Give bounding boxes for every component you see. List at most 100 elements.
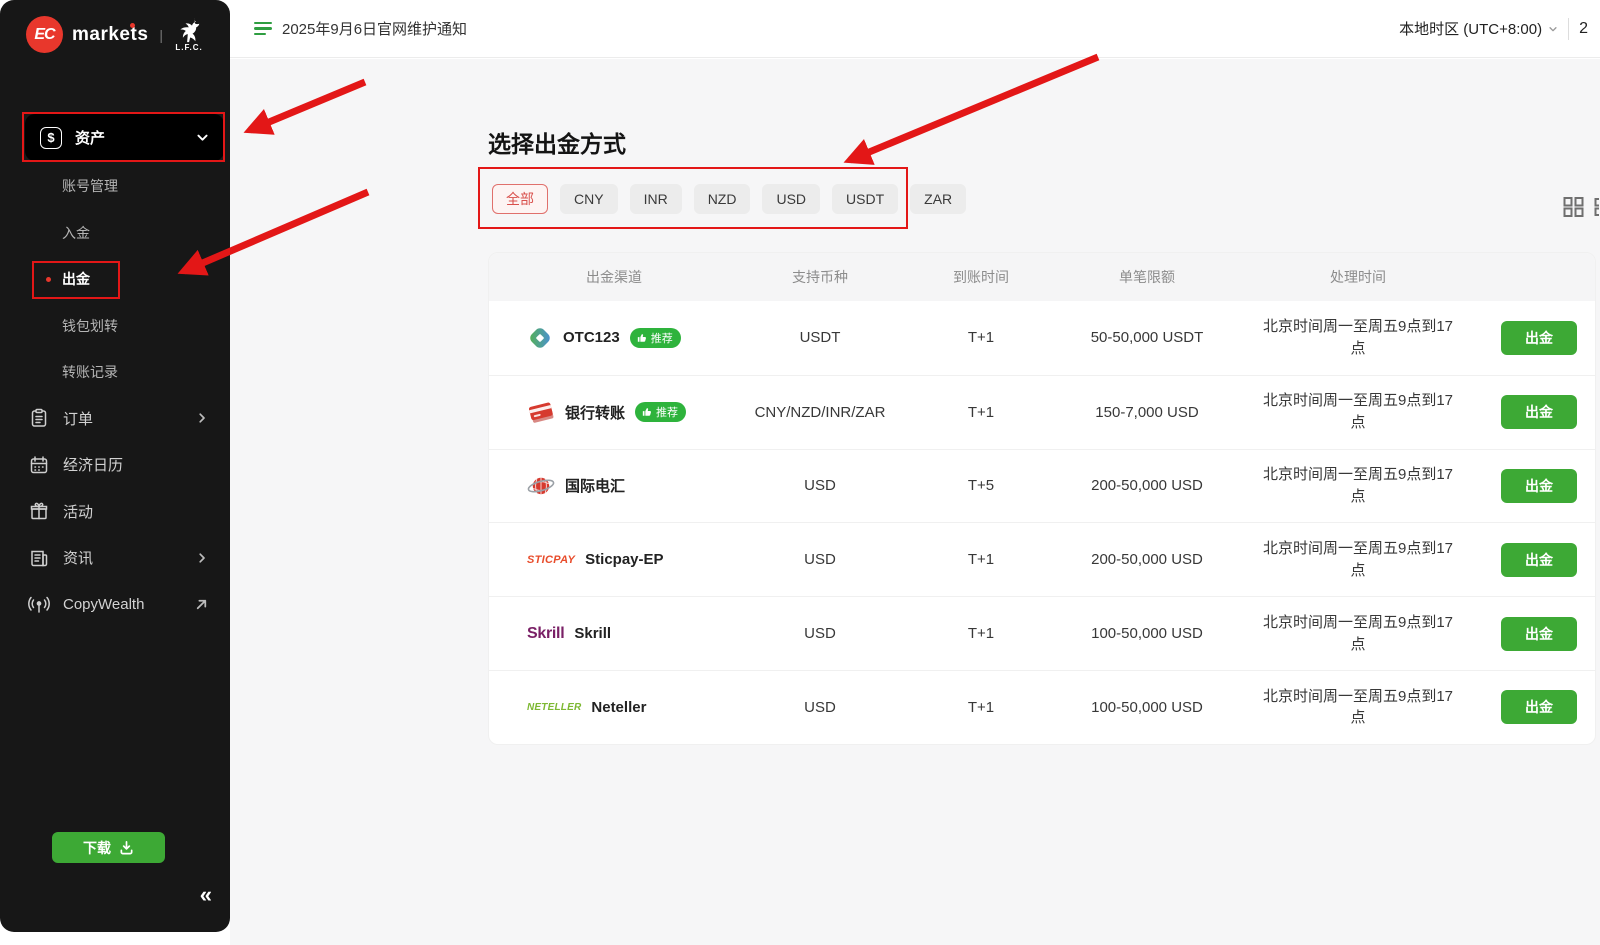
sidebar-subitem-label: 入金 — [62, 223, 90, 243]
sidebar-item-assets[interactable]: $ 资产 — [25, 114, 224, 161]
sidebar-menu: 订单 经济日历 活动 资讯 CopyWealth — [0, 395, 230, 628]
sidebar-subitem-账号管理[interactable]: 账号管理 — [0, 163, 230, 210]
column-header: 单笔限额 — [1061, 267, 1233, 287]
recommended-badge: 推荐 — [630, 328, 681, 348]
filter-chip-INR[interactable]: INR — [630, 184, 682, 214]
arrival-cell: T+1 — [901, 329, 1061, 346]
sidebar: EC markets | L.F.C. $ 资产 账号管理 入金 出金 钱包划转… — [0, 0, 230, 932]
sidebar-item-label: 资讯 — [63, 547, 93, 568]
channel-cell: 银行转账 推荐 — [489, 399, 739, 425]
sidebar-item-label: 活动 — [63, 501, 93, 522]
broadcast-icon — [28, 594, 50, 614]
hours-cell: 北京时间周一至周五9点到17点 — [1233, 612, 1483, 656]
sidebar-subitem-钱包划转[interactable]: 钱包划转 — [0, 303, 230, 350]
currency-cell: CNY/NZD/INR/ZAR — [739, 404, 901, 421]
currency-cell: USD — [739, 625, 901, 642]
table-row: NETELLER Neteller USD T+1 100-50,000 USD… — [489, 670, 1595, 744]
withdraw-button[interactable]: 出金 — [1501, 469, 1577, 503]
globe-logo — [527, 473, 555, 499]
sidebar-item-经济日历[interactable]: 经济日历 — [0, 442, 230, 489]
timezone-selector[interactable]: 本地时区 (UTC+8:00) — [1399, 18, 1558, 39]
thumb-up-icon — [637, 333, 647, 343]
gift-icon — [28, 501, 50, 521]
limit-cell: 100-50,000 USD — [1061, 625, 1233, 642]
topbar-divider — [1568, 18, 1569, 40]
external-arrow-icon — [195, 598, 208, 611]
filter-chip-NZD[interactable]: NZD — [694, 184, 751, 214]
sidebar-item-活动[interactable]: 活动 — [0, 488, 230, 535]
filter-chip-全部[interactable]: 全部 — [492, 184, 548, 214]
table-header-row: 出金渠道支持币种到账时间单笔限额处理时间 — [489, 253, 1595, 301]
channel-cell: 国际电汇 — [489, 473, 739, 499]
currency-cell: USD — [739, 551, 901, 568]
channel-cell: Skrill Skrill — [489, 625, 739, 643]
limit-cell: 200-50,000 USD — [1061, 551, 1233, 568]
filter-chip-USDT[interactable]: USDT — [832, 184, 898, 214]
withdraw-button[interactable]: 出金 — [1501, 617, 1577, 651]
bank-card-logo — [527, 399, 555, 425]
sidebar-item-订单[interactable]: 订单 — [0, 395, 230, 442]
sidebar-subitem-label: 钱包划转 — [62, 316, 118, 336]
currency-cell: USD — [739, 477, 901, 494]
withdraw-methods-table: 出金渠道支持币种到账时间单笔限额处理时间 OTC123 推荐 USDT T+1 … — [488, 252, 1596, 745]
brand-markets-text: markets — [72, 24, 148, 46]
sidebar-item-label: 订单 — [63, 408, 93, 429]
channel-cell: STICPAY Sticpay-EP — [489, 551, 739, 568]
hours-cell: 北京时间周一至周五9点到17点 — [1233, 686, 1483, 730]
skrill-wordmark: Skrill — [527, 625, 564, 643]
chevron-right-icon — [196, 552, 208, 564]
sidebar-item-资讯[interactable]: 资讯 — [0, 535, 230, 582]
sidebar-subitem-label: 出金 — [62, 269, 90, 289]
sidebar-item-CopyWealth[interactable]: CopyWealth — [0, 581, 230, 628]
download-button-label: 下载 — [83, 838, 111, 858]
column-header: 出金渠道 — [489, 267, 739, 287]
neteller-wordmark: NETELLER — [527, 702, 581, 713]
channel-name: 银行转账 — [565, 402, 625, 423]
dollar-icon: $ — [40, 127, 62, 149]
limit-cell: 150-7,000 USD — [1061, 404, 1233, 421]
hours-cell: 北京时间周一至周五9点到17点 — [1233, 464, 1483, 508]
filter-chip-CNY[interactable]: CNY — [560, 184, 618, 214]
sidebar-collapse-icon[interactable]: « — [200, 884, 212, 906]
channel-cell: OTC123 推荐 — [489, 325, 739, 351]
chevron-down-icon — [1548, 24, 1558, 34]
channel-name: Sticpay-EP — [585, 551, 663, 568]
filter-chip-ZAR[interactable]: ZAR — [910, 184, 966, 214]
channel-name: Skrill — [574, 625, 611, 642]
table-row: STICPAY Sticpay-EP USD T+1 200-50,000 US… — [489, 522, 1595, 596]
calendar-icon — [28, 455, 50, 475]
sidebar-subitem-转账记录[interactable]: 转账记录 — [0, 349, 230, 396]
maintenance-notice[interactable]: 2025年9月6日官网维护通知 — [282, 18, 467, 39]
arrival-cell: T+1 — [901, 404, 1061, 421]
download-button[interactable]: 下载 — [52, 832, 165, 863]
liver-bird-icon — [174, 17, 204, 43]
channel-name: OTC123 — [563, 329, 620, 346]
sidebar-subitem-出金[interactable]: 出金 — [0, 256, 230, 303]
sidebar-subitem-入金[interactable]: 入金 — [0, 210, 230, 257]
table-body: OTC123 推荐 USDT T+1 50-50,000 USDT 北京时间周一… — [489, 301, 1595, 744]
assets-submenu: 账号管理 入金 出金 钱包划转 转账记录 — [0, 163, 230, 396]
withdraw-button[interactable]: 出金 — [1501, 321, 1577, 355]
withdraw-button[interactable]: 出金 — [1501, 543, 1577, 577]
column-header: 处理时间 — [1233, 267, 1483, 287]
chevron-down-icon — [196, 131, 209, 144]
arrival-cell: T+1 — [901, 551, 1061, 568]
clipped-topbar-text: 2 — [1579, 20, 1588, 38]
currency-cell: USD — [739, 699, 901, 716]
filter-chip-USD[interactable]: USD — [762, 184, 820, 214]
table-row: 银行转账 推荐 CNY/NZD/INR/ZAR T+1 150-7,000 US… — [489, 375, 1595, 449]
recommended-badge: 推荐 — [635, 402, 686, 422]
sidebar-item-label: 经济日历 — [63, 454, 123, 475]
channel-name: 国际电汇 — [565, 475, 625, 496]
sidebar-subitem-label: 转账记录 — [62, 362, 118, 382]
news-icon — [28, 548, 50, 568]
clipped-view-icon[interactable] — [1594, 198, 1599, 216]
limit-cell: 200-50,000 USD — [1061, 477, 1233, 494]
grid-view-icon[interactable] — [1563, 196, 1584, 218]
lfc-label: L.F.C. — [175, 44, 202, 52]
withdraw-button[interactable]: 出金 — [1501, 395, 1577, 429]
chevron-right-icon — [196, 412, 208, 424]
column-header: 到账时间 — [901, 267, 1061, 287]
arrival-cell: T+5 — [901, 477, 1061, 494]
withdraw-button[interactable]: 出金 — [1501, 690, 1577, 724]
